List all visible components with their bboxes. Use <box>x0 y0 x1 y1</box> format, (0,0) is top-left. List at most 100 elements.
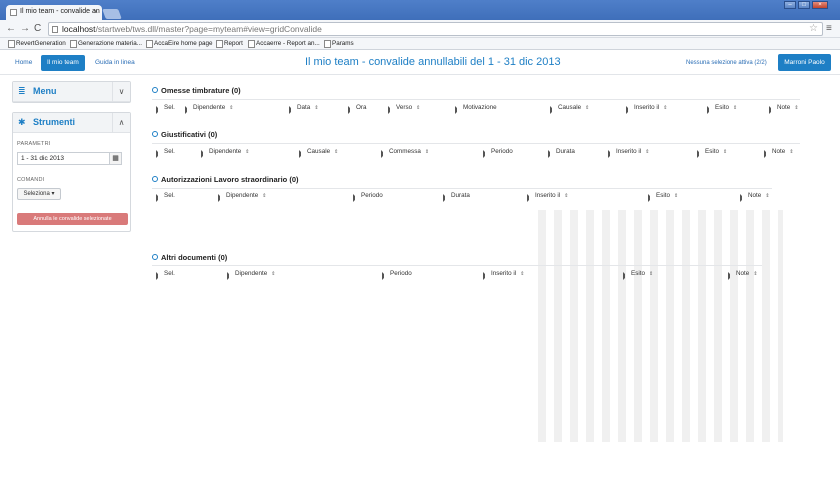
menu-title: Menu <box>33 86 57 96</box>
col-header-inserito[interactable]: Inserito il ⇕ <box>608 148 650 158</box>
back-arrow-icon[interactable]: ← <box>6 23 16 34</box>
tools-panel-header[interactable]: ✱ Strumenti ∧ <box>13 113 130 133</box>
browser-titlebar: Il mio team - convalide an × – □ × <box>0 0 840 20</box>
sort-icon: ⇕ <box>271 271 276 277</box>
section-title-straordinario: Autorizzazioni Lavoro straordinario (0) <box>152 175 299 184</box>
bookmark-item[interactable]: Params <box>324 40 354 48</box>
bookmarks-bar: RevertGeneration Generazione materia... … <box>0 38 840 50</box>
select-dropdown-button[interactable]: Seleziona ▾ <box>17 188 61 200</box>
col-header-dipendente[interactable]: Dipendente ⇕ <box>201 148 249 158</box>
col-header-inserito[interactable]: Inserito il ⇕ <box>626 104 668 114</box>
maximize-button[interactable]: □ <box>798 1 810 9</box>
page-title: Il mio team - convalide annullabili del … <box>305 56 561 68</box>
gear-icon: ✱ <box>18 117 26 127</box>
section-divider <box>152 143 800 144</box>
nav-help[interactable]: Guida in linea <box>89 55 141 71</box>
chevron-down-icon[interactable]: ∨ <box>112 82 130 102</box>
col-header-periodo[interactable]: Periodo <box>382 270 412 280</box>
browser-menu-icon[interactable]: ≡ <box>826 23 832 34</box>
col-header-sel[interactable]: Sel. <box>156 104 175 114</box>
url-host: localhost <box>62 24 96 34</box>
bookmark-item[interactable]: AccaEire home page <box>146 40 212 48</box>
col-header-sel[interactable]: Sel. <box>156 192 175 202</box>
page-icon <box>52 26 58 33</box>
close-window-button[interactable]: × <box>812 1 828 9</box>
col-header-periodo[interactable]: Periodo <box>483 148 513 158</box>
section-divider <box>152 99 800 100</box>
col-header-durata[interactable]: Durata <box>443 192 470 202</box>
nav-home[interactable]: Home <box>9 55 38 71</box>
col-header-note[interactable]: Note ⇕ <box>740 192 770 202</box>
new-tab-button[interactable] <box>102 9 122 19</box>
commands-label: COMANDI <box>17 177 45 183</box>
col-header-note[interactable]: Note ⇕ <box>769 104 799 114</box>
selection-info-link[interactable]: Nessuna selezione attiva (2/2) <box>686 60 767 66</box>
bookmark-star-icon[interactable]: ☆ <box>809 23 818 34</box>
bookmark-item[interactable]: RevertGeneration <box>8 40 66 48</box>
col-header-dipendente[interactable]: Dipendente ⇕ <box>185 104 234 114</box>
reload-icon[interactable]: C <box>34 23 41 34</box>
col-header-sel[interactable]: Sel. <box>156 270 175 280</box>
sort-icon: ⇕ <box>645 149 650 155</box>
chevron-up-icon[interactable]: ∧ <box>112 113 130 133</box>
sort-icon: ⇕ <box>649 271 654 277</box>
col-header-verso[interactable]: Verso ⇕ <box>388 104 421 114</box>
sort-icon: ⇕ <box>416 105 421 111</box>
col-header-note[interactable]: Note ⇕ <box>728 270 758 280</box>
list-icon: ≣ <box>18 86 26 96</box>
app-header: Home Il mio team Guida in linea Il mio t… <box>0 51 840 75</box>
address-bar[interactable]: localhost/startweb/tws.dll/master?page=m… <box>48 22 823 36</box>
browser-tab[interactable]: Il mio team - convalide an × <box>6 5 102 20</box>
tools-title: Strumenti <box>33 117 76 127</box>
sort-icon: ⇕ <box>424 149 430 155</box>
col-header-esito[interactable]: Esito ⇕ <box>697 148 728 158</box>
date-range-input[interactable]: 1 - 31 dic 2013 <box>17 152 110 165</box>
bookmark-item[interactable]: Generazione materia... <box>70 40 142 48</box>
sort-icon: ⇕ <box>753 271 758 277</box>
tab-close-icon[interactable]: × <box>93 7 98 16</box>
page-favicon-icon <box>10 9 17 16</box>
minimize-button[interactable]: – <box>784 1 796 9</box>
sort-icon: ⇕ <box>789 149 794 155</box>
col-header-esito[interactable]: Esito ⇕ <box>648 192 679 202</box>
col-header-note[interactable]: Note ⇕ <box>764 148 794 158</box>
tab-title: Il mio team - convalide an <box>20 8 100 15</box>
col-header-dipendente[interactable]: Dipendente ⇕ <box>218 192 266 202</box>
sort-icon: ⇕ <box>663 105 668 111</box>
section-divider <box>152 265 762 266</box>
col-header-esito[interactable]: Esito ⇕ <box>707 104 738 114</box>
sort-icon: ⇕ <box>733 105 738 111</box>
col-header-inserito[interactable]: Inserito il ⇕ <box>527 192 568 202</box>
col-header-ora[interactable]: Ora <box>348 104 367 114</box>
user-button[interactable]: Marroni Paolo <box>778 54 831 71</box>
col-header-dipendente[interactable]: Dipendente ⇕ <box>227 270 276 280</box>
cancel-validations-button[interactable]: Annulla le convalide selezionate <box>17 213 128 225</box>
sort-icon: ⇕ <box>765 193 770 199</box>
menu-panel-header[interactable]: ≣ Menu ∨ <box>13 82 130 102</box>
col-header-periodo[interactable]: Periodo <box>353 192 383 202</box>
col-header-sel[interactable]: Sel. <box>156 148 175 158</box>
col-header-commessa[interactable]: Commessa ⇕ <box>381 148 430 158</box>
section-divider <box>152 188 772 189</box>
col-header-esito[interactable]: Esito ⇕ <box>623 270 654 280</box>
section-title-giustificativi: Giustificativi (0) <box>152 130 217 139</box>
col-header-motivazione[interactable]: Motivazione <box>455 104 497 114</box>
sort-icon: ⇕ <box>585 105 590 111</box>
params-label: PARAMETRI <box>17 141 51 147</box>
col-header-inserito[interactable]: Inserito il ⇕ <box>483 270 524 280</box>
section-title-altri-documenti: Altri documenti (0) <box>152 253 227 262</box>
sort-icon: ⇕ <box>229 105 234 111</box>
bookmark-item[interactable]: Accaerre - Report an... <box>248 40 320 48</box>
sort-icon: ⇕ <box>674 193 679 199</box>
bookmark-item[interactable]: Report <box>216 40 243 48</box>
nav-my-team[interactable]: Il mio team <box>41 55 85 71</box>
col-header-causale[interactable]: Causale ⇕ <box>550 104 590 114</box>
calendar-icon[interactable]: ▦ <box>109 152 122 165</box>
col-header-data[interactable]: Data ⇕ <box>289 104 319 114</box>
background-watermark <box>538 210 783 442</box>
col-header-causale[interactable]: Causale ⇕ <box>299 148 338 158</box>
sort-icon: ⇕ <box>723 149 728 155</box>
col-header-durata[interactable]: Durata <box>548 148 575 158</box>
sort-icon: ⇕ <box>314 105 319 111</box>
forward-arrow-icon[interactable]: → <box>20 23 30 34</box>
